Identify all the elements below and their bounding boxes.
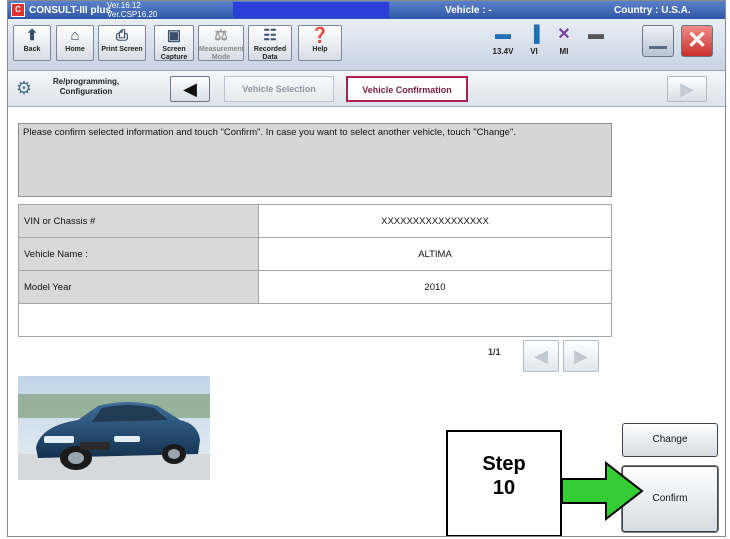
nav-forward-button[interactable]: ▶: [667, 76, 707, 102]
empty-cell: [18, 303, 612, 337]
battery-voltage: 13.4V: [492, 47, 514, 56]
vehicle-info-table: VIN or Chassis # XXXXXXXXXXXXXXXXX Vehic…: [18, 204, 612, 337]
table-row-empty: [18, 303, 612, 337]
recorded-data-icon: ☷: [263, 27, 277, 44]
page-next-button[interactable]: ▶: [563, 340, 599, 372]
vehicle-name-label: Vehicle Name :: [18, 237, 259, 271]
disconnected-x-icon: ✕: [557, 26, 571, 43]
home-icon: ⌂: [70, 27, 80, 44]
model-year-value: 2010: [258, 270, 612, 304]
app-logo-icon: C: [11, 3, 25, 17]
version-line-1: Ver.16.12: [107, 1, 141, 10]
section-label: Re/programming, Configuration: [52, 77, 120, 96]
vin-label: VIN or Chassis #: [18, 204, 259, 238]
home-button[interactable]: ⌂ Home: [56, 25, 94, 61]
nav-back-button[interactable]: ◀: [170, 76, 210, 102]
table-row: Model Year 2010: [18, 270, 612, 304]
page-indicator: 1/1: [488, 347, 501, 357]
triangle-left-icon: ◀: [534, 346, 548, 366]
mi-status: ✕ MI: [549, 23, 579, 63]
print-screen-button[interactable]: ⎙ Print Screen: [98, 25, 146, 61]
model-year-label: Model Year: [18, 270, 259, 304]
car-photo-icon: [18, 376, 210, 480]
signal-icon: ▐: [528, 26, 540, 43]
table-row: VIN or Chassis # XXXXXXXXXXXXXXXXX: [18, 204, 612, 238]
back-button[interactable]: ⬆ Back: [13, 25, 51, 61]
instruction-message: Please confirm selected information and …: [18, 123, 612, 197]
measurement-mode-button[interactable]: ⚖ Measurement Mode: [198, 25, 244, 61]
table-row: Vehicle Name : ALTIMA: [18, 237, 612, 271]
nav-bar: ⚙ Re/programming, Configuration ◀ Vehicl…: [8, 71, 725, 107]
page-prev-button[interactable]: ◀: [523, 340, 559, 372]
printer-icon: ⎙: [115, 27, 128, 44]
toolbar: ⬆ Back ⌂ Home ⎙ Print Screen ▣ Screen Ca…: [8, 19, 725, 71]
vehicle-name-value: ALTIMA: [258, 237, 612, 271]
step-number: 10: [492, 477, 516, 499]
recorded-data-button[interactable]: ☷ Recorded Data: [248, 25, 292, 61]
country-status: Country : U.S.A.: [614, 5, 691, 16]
device-icon: ▬: [588, 26, 604, 43]
measurement-icon: ⚖: [214, 27, 228, 44]
crumb-vehicle-confirmation[interactable]: Vehicle Confirmation: [346, 76, 468, 102]
battery-status: ▬ 13.4V: [488, 23, 518, 63]
help-icon: ❓: [310, 27, 330, 44]
arrow-right-icon: [561, 460, 644, 522]
screen-capture-button[interactable]: ▣ Screen Capture: [154, 25, 194, 61]
reprogramming-icon: ⚙: [15, 78, 33, 98]
vi-status: ▐ VI: [519, 23, 549, 63]
close-button[interactable]: ✕: [681, 25, 713, 57]
help-button[interactable]: ❓ Help: [298, 25, 342, 61]
title-bar: C CONSULT-III plus Ver.16.12 Ver.CSP16.2…: [8, 1, 725, 19]
camera-icon: ▣: [166, 27, 182, 44]
vin-value: XXXXXXXXXXXXXXXXX: [258, 204, 612, 238]
vehicle-image: [18, 376, 210, 480]
consult-window: C CONSULT-III plus Ver.16.12 Ver.CSP16.2…: [7, 0, 726, 537]
crumb-vehicle-selection[interactable]: Vehicle Selection: [224, 76, 334, 102]
back-arrow-icon: ⬆: [25, 27, 39, 44]
device-indicator: ▬: [581, 23, 611, 63]
app-name: CONSULT-III plus: [29, 5, 112, 16]
triangle-left-icon: ◀: [183, 79, 197, 99]
triangle-right-icon: ▶: [680, 79, 694, 99]
minimize-icon: [649, 46, 667, 49]
vehicle-status: Vehicle : -: [445, 5, 492, 16]
step-word: Step: [482, 453, 526, 475]
title-highlight-bar: [233, 2, 389, 18]
version-line-2: Ver.CSP16.20: [107, 10, 158, 19]
version-info: Ver.16.12 Ver.CSP16.20: [107, 1, 157, 19]
triangle-right-icon: ▶: [574, 346, 588, 366]
step-annotation: Step 10: [446, 430, 562, 536]
minimize-button[interactable]: [642, 25, 674, 57]
close-icon: ✕: [686, 27, 708, 54]
change-button[interactable]: Change: [622, 423, 718, 457]
car-icon: ▬: [495, 26, 511, 43]
